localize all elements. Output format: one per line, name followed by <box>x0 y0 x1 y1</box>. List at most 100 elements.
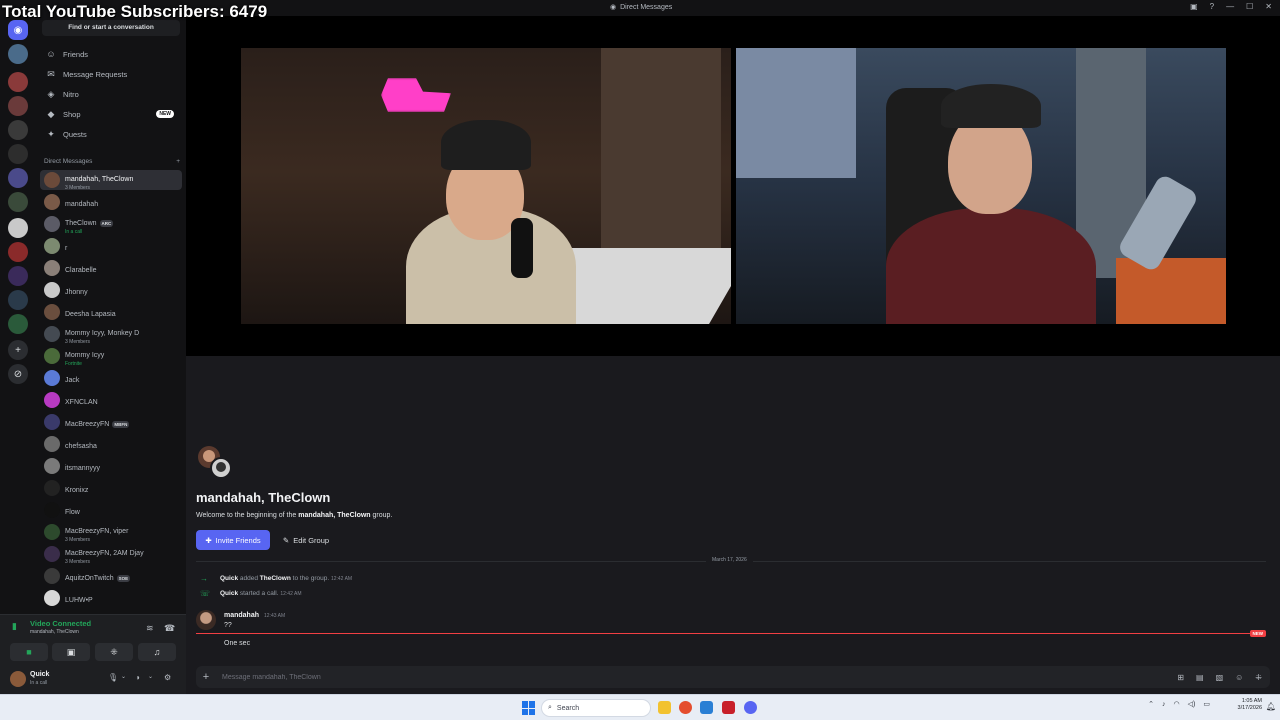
message-author[interactable]: mandahah <box>224 612 259 619</box>
nitro-icon: ◈ <box>47 88 55 99</box>
actor-name[interactable]: Quick <box>220 575 238 582</box>
add-server-button[interactable]: + <box>8 340 28 360</box>
dm-item[interactable]: itsmannyyy <box>40 456 182 476</box>
target-name[interactable]: TheClown <box>260 575 291 582</box>
actor-name[interactable]: Quick <box>220 590 238 597</box>
server-icon[interactable] <box>8 290 28 310</box>
server-icon[interactable] <box>8 242 28 262</box>
attach-plus-icon[interactable]: + <box>196 671 216 683</box>
volume-icon[interactable]: ◁) <box>1188 700 1196 708</box>
dm-item[interactable]: MacBreezyFN MBFN <box>40 412 182 432</box>
microphone-icon[interactable]: 🎙︎ <box>108 673 118 682</box>
dm-text: MacBreezyFN, viper 3 Members <box>65 520 128 544</box>
sticker-icon[interactable]: ▧ <box>1216 673 1224 682</box>
message-timestamp: 12:43 AM <box>264 613 286 619</box>
find-conversation-button[interactable]: Find or start a conversation <box>42 20 180 36</box>
dm-item[interactable]: Mommy Icyy, Monkey D3 Members <box>40 324 182 345</box>
server-icon[interactable] <box>8 144 28 164</box>
server-icon[interactable] <box>8 314 28 334</box>
welcome-prefix: Welcome to the beginning of the <box>196 512 297 519</box>
soundboard-button[interactable]: ♫ <box>138 643 176 661</box>
message-avatar[interactable] <box>196 610 216 630</box>
server-icon[interactable] <box>8 266 28 286</box>
user-avatar[interactable] <box>10 671 26 687</box>
wifi-icon[interactable]: ◠ <box>1174 700 1180 708</box>
gift-icon[interactable]: ⊞ <box>1177 673 1184 682</box>
server-icon[interactable] <box>8 218 28 238</box>
video-tile-theclown[interactable] <box>736 48 1226 324</box>
dm-item[interactable]: chefsasha <box>40 434 182 454</box>
camera-button[interactable]: ■ <box>10 643 48 661</box>
activities-icon: ⁜ <box>110 646 118 657</box>
apps-icon[interactable]: ⁜ <box>1255 673 1262 682</box>
chrome-icon[interactable] <box>679 701 692 714</box>
server-icon[interactable] <box>8 120 28 140</box>
chevron-down-icon[interactable]: ⌄ <box>148 673 153 680</box>
dm-item[interactable]: Flow <box>40 500 182 520</box>
minimize-button[interactable]: — <box>1226 2 1234 11</box>
video-tile-mandahah[interactable] <box>241 48 731 324</box>
message-input[interactable] <box>216 673 1178 681</box>
disconnect-icon[interactable]: ☎ <box>164 623 175 634</box>
start-button[interactable] <box>522 701 536 715</box>
nav-message-requests[interactable]: ✉ Message Requests <box>40 65 182 83</box>
taskbar-search[interactable]: ⌕ Search <box>541 699 651 717</box>
mail-icon: ✉ <box>47 68 55 79</box>
dm-name-row: r <box>65 237 67 255</box>
screen-share-button[interactable]: ▣ <box>52 643 90 661</box>
dm-item[interactable]: AquitzOnTwitch SOE <box>40 566 182 586</box>
server-icon[interactable] <box>8 72 28 92</box>
invite-friends-button[interactable]: ✚ Invite Friends <box>196 530 270 550</box>
file-explorer-icon[interactable] <box>658 701 671 714</box>
home-button[interactable]: ◉ <box>8 20 28 40</box>
inbox-icon[interactable]: ▣ <box>1190 2 1198 11</box>
emoji-icon[interactable]: ☺ <box>1235 673 1243 682</box>
dm-item[interactable]: Jack <box>40 368 182 388</box>
edit-group-button[interactable]: ✎ Edit Group <box>278 530 334 550</box>
dm-item[interactable]: Deesha Lapasia <box>40 302 182 322</box>
chevron-up-icon[interactable]: ⌃ <box>1148 700 1154 708</box>
close-button[interactable]: ✕ <box>1265 2 1272 11</box>
dm-item[interactable]: TheClown ARC In a call <box>40 214 182 235</box>
nav-nitro[interactable]: ◈ Nitro <box>40 85 182 103</box>
server-icon[interactable] <box>8 44 28 64</box>
server-icon[interactable] <box>8 192 28 212</box>
dm-item[interactable]: Kronixz <box>40 478 182 498</box>
app-icon[interactable] <box>722 701 735 714</box>
create-dm-button[interactable]: + <box>176 158 180 165</box>
gif-icon[interactable]: ▤ <box>1196 673 1204 682</box>
nav-shop[interactable]: ◆ Shop NEW <box>40 105 182 123</box>
nav-friends[interactable]: ☺ Friends <box>40 45 182 63</box>
dm-item[interactable]: LUHW•P <box>40 588 182 608</box>
dm-item[interactable]: mandahah, TheClown 3 Members <box>40 170 182 191</box>
nav-quests[interactable]: ✦ Quests <box>40 125 182 143</box>
discord-taskbar-icon[interactable] <box>744 701 757 714</box>
battery-icon[interactable]: ▭ <box>1203 700 1210 708</box>
noise-suppression-icon[interactable]: ≋ <box>146 623 154 634</box>
activities-button[interactable]: ⁜ <box>95 643 133 661</box>
mic-tray-icon[interactable]: ♪ <box>1162 701 1166 708</box>
dm-item[interactable]: r <box>40 236 182 256</box>
store-icon[interactable] <box>700 701 713 714</box>
dm-item[interactable]: XFNCLAN <box>40 390 182 410</box>
dm-text: AquitzOnTwitch SOE <box>65 567 131 585</box>
chevron-down-icon[interactable]: ⌄ <box>121 673 126 680</box>
invite-label: Invite Friends <box>215 535 261 545</box>
discover-button[interactable]: ⊘ <box>8 364 28 384</box>
dm-item[interactable]: Clarabelle <box>40 258 182 278</box>
headphones-icon[interactable]: ◑ <box>135 673 140 682</box>
settings-gear-icon[interactable]: ⚙ <box>164 673 171 682</box>
help-icon[interactable]: ? <box>1210 2 1214 11</box>
dm-item[interactable]: mandahah <box>40 192 182 212</box>
dm-item[interactable]: Jhonny <box>40 280 182 300</box>
maximize-button[interactable]: ☐ <box>1246 2 1253 11</box>
taskbar-clock[interactable]: 1:05 AM 3/17/2026 <box>1238 698 1262 713</box>
phone-icon: ☏ <box>200 589 211 598</box>
notification-bell-icon[interactable]: 🔔︎ <box>1266 702 1276 711</box>
person-body <box>886 208 1096 324</box>
server-icon[interactable] <box>8 96 28 116</box>
server-icon[interactable] <box>8 168 28 188</box>
dm-item[interactable]: Mommy Icyy Fortnite <box>40 346 182 367</box>
dm-item[interactable]: MacBreezyFN, viper 3 Members <box>40 520 182 544</box>
dm-item[interactable]: MacBreezyFN, 2AM Djay 3 Members <box>40 544 182 565</box>
